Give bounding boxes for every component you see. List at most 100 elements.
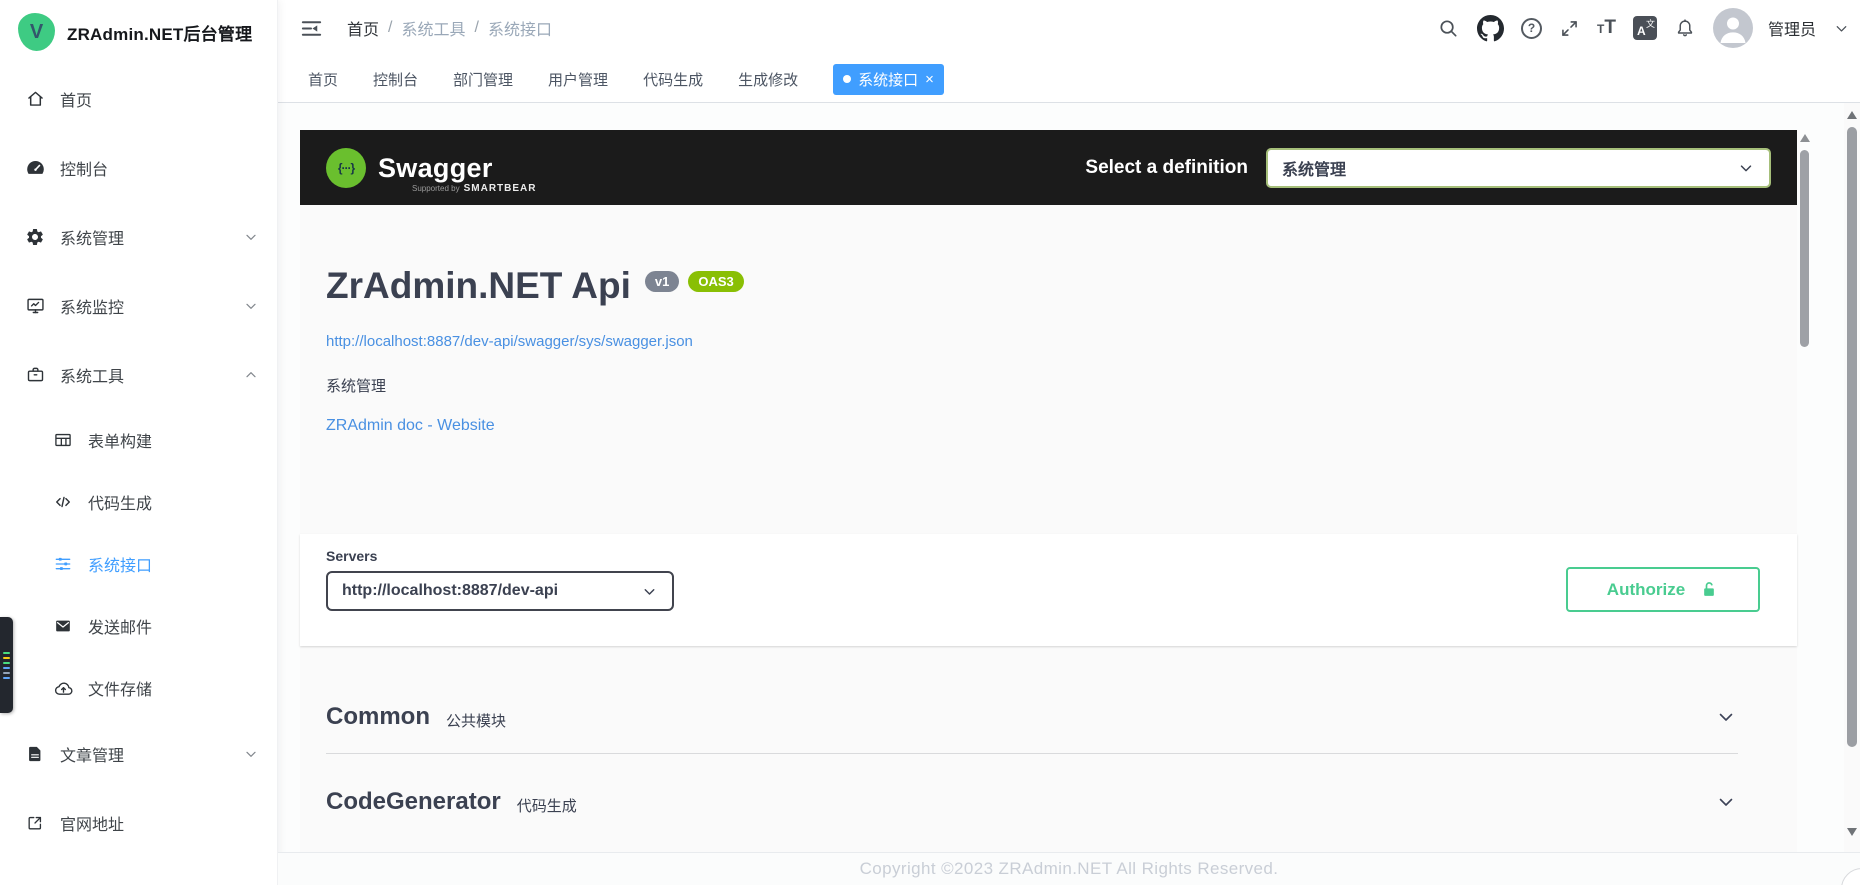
- language-wen-glyph: 文: [1646, 17, 1655, 30]
- breadcrumb-separator: /: [474, 19, 478, 37]
- help-icon[interactable]: ?: [1521, 18, 1542, 39]
- chevron-down-icon: [1737, 159, 1755, 177]
- supported-by-text: Supported by: [412, 184, 460, 193]
- home-icon: [24, 88, 46, 110]
- breadcrumb-page[interactable]: 系统接口: [488, 16, 552, 40]
- breadcrumb-home[interactable]: 首页: [347, 16, 379, 40]
- doc-website-link[interactable]: ZRAdmin doc - Website: [326, 417, 495, 435]
- content-scrollbar[interactable]: [1799, 132, 1810, 852]
- authorize-button[interactable]: Authorize: [1566, 567, 1760, 612]
- api-title-row: ZrAdmin.NET Api v1 OAS3: [326, 263, 744, 309]
- avatar[interactable]: [1713, 8, 1753, 48]
- app-logo-letter: V: [30, 21, 43, 44]
- unlock-icon: [1699, 580, 1719, 600]
- sidebar-item-label: 代码生成: [88, 490, 152, 514]
- cloud-upload-icon: [52, 677, 74, 699]
- sidebar-item-article-admin[interactable]: 文章管理: [0, 719, 277, 788]
- sidebar-item-console[interactable]: 控制台: [0, 133, 277, 202]
- sidebar-collapse-icon[interactable]: [300, 17, 323, 40]
- gear-icon: [24, 226, 46, 248]
- sliders-icon: [52, 553, 74, 575]
- question-glyph: ?: [1528, 21, 1535, 35]
- sidebar-item-label: 系统监控: [60, 294, 124, 318]
- breadcrumb-section[interactable]: 系统工具: [401, 16, 465, 40]
- section-common[interactable]: Common 公共模块: [326, 680, 1738, 754]
- chevron-down-icon[interactable]: [1714, 790, 1738, 814]
- tab-dept-admin[interactable]: 部门管理: [453, 69, 513, 90]
- language-a-glyph: A: [1637, 24, 1646, 38]
- app-logo: V: [18, 13, 55, 51]
- scrollbar-thumb[interactable]: [1800, 150, 1809, 347]
- active-tab-dot: [843, 75, 851, 83]
- chevron-down-icon: [243, 229, 259, 245]
- scroll-up-arrow[interactable]: [1800, 134, 1810, 142]
- sidebar-item-send-mail[interactable]: 发送邮件: [0, 595, 277, 657]
- fullscreen-icon[interactable]: [1559, 18, 1580, 39]
- chevron-down-icon[interactable]: [1714, 705, 1738, 729]
- scrollbar-thumb[interactable]: [1847, 127, 1857, 747]
- sidebar-item-label: 首页: [60, 87, 92, 111]
- tab-user-admin[interactable]: 用户管理: [548, 69, 608, 90]
- page-scrollbar[interactable]: [1844, 103, 1860, 852]
- github-icon[interactable]: [1477, 15, 1504, 42]
- mail-icon: [52, 615, 74, 637]
- sidebar-item-code-generator[interactable]: 代码生成: [0, 471, 277, 533]
- external-link-icon: [24, 812, 46, 834]
- document-icon: [24, 743, 46, 765]
- api-description: 系统管理: [326, 375, 386, 396]
- code-icon: [52, 491, 74, 513]
- user-menu-chevron-icon[interactable]: [1833, 20, 1850, 37]
- app-root: V ZRAdmin.NET后台管理 首页 控制台 系统管: [0, 0, 1860, 885]
- sidebar-item-system-admin[interactable]: 系统管理: [0, 202, 277, 271]
- swagger-brand: Swagger Supported by SMARTBEAR: [378, 154, 493, 182]
- definition-selector-group: Select a definition 系统管理: [1085, 148, 1771, 188]
- sidebar-item-label: 表单构建: [88, 428, 152, 452]
- dashboard-icon: [24, 157, 46, 179]
- sidebar: V ZRAdmin.NET后台管理 首页 控制台 系统管: [0, 0, 278, 885]
- sidebar-menu: 首页 控制台 系统管理 系统监: [0, 64, 277, 857]
- font-size-big-glyph: T: [1604, 17, 1616, 39]
- scroll-up-arrow[interactable]: [1847, 111, 1857, 119]
- copyright-text: Copyright ©2023 ZRAdmin.NET All Rights R…: [860, 859, 1279, 879]
- sidebar-item-home[interactable]: 首页: [0, 64, 277, 133]
- sidebar-item-system-monitor[interactable]: 系统监控: [0, 271, 277, 340]
- scroll-down-arrow[interactable]: [1847, 828, 1857, 836]
- sidebar-item-system-tools[interactable]: 系统工具: [0, 340, 277, 409]
- scheme-container: Servers http://localhost:8887/dev-api Au…: [300, 534, 1797, 646]
- section-description: 公共模块: [446, 710, 506, 731]
- sidebar-item-file-storage[interactable]: 文件存储: [0, 657, 277, 719]
- oas3-badge: OAS3: [688, 271, 743, 292]
- swagger-logo-braces: {···}: [338, 161, 354, 175]
- font-size-small-glyph: T: [1597, 22, 1604, 36]
- monitor-icon: [24, 295, 46, 317]
- swagger-logo-icon: {···}: [326, 148, 366, 188]
- tab-code-gen[interactable]: 代码生成: [643, 69, 703, 90]
- sidebar-item-form-builder[interactable]: 表单构建: [0, 409, 277, 471]
- sidebar-item-label: 系统管理: [60, 225, 124, 249]
- close-icon[interactable]: ×: [925, 72, 934, 87]
- sidebar-item-system-api[interactable]: 系统接口: [0, 533, 277, 595]
- tab-system-api-active[interactable]: 系统接口 ×: [833, 64, 944, 95]
- tab-home[interactable]: 首页: [308, 69, 338, 90]
- search-icon[interactable]: [1437, 17, 1460, 40]
- username[interactable]: 管理员: [1768, 16, 1816, 40]
- font-size-icon[interactable]: TT: [1597, 17, 1616, 39]
- server-select[interactable]: http://localhost:8887/dev-api: [326, 571, 674, 611]
- sidebar-item-official-site[interactable]: 官网地址: [0, 788, 277, 857]
- bell-icon[interactable]: [1674, 17, 1696, 39]
- swagger-supported-by: Supported by SMARTBEAR: [412, 183, 536, 194]
- servers-label: Servers: [326, 548, 377, 564]
- chevron-up-icon: [243, 367, 259, 383]
- tab-gen-edit[interactable]: 生成修改: [738, 69, 798, 90]
- tab-console[interactable]: 控制台: [373, 69, 418, 90]
- definition-select[interactable]: 系统管理: [1266, 148, 1771, 188]
- spec-url-link[interactable]: http://localhost:8887/dev-api/swagger/sy…: [326, 333, 693, 350]
- language-icon[interactable]: A 文: [1633, 16, 1657, 40]
- section-codegenerator[interactable]: CodeGenerator 代码生成: [326, 754, 1738, 850]
- sidebar-item-label: 文件存储: [88, 676, 152, 700]
- floating-widget[interactable]: [0, 617, 13, 713]
- section-name: Common: [326, 703, 430, 731]
- app-logo-row[interactable]: V ZRAdmin.NET后台管理: [0, 0, 277, 64]
- active-tab-label: 系统接口: [858, 69, 918, 90]
- chevron-down-icon: [641, 583, 658, 600]
